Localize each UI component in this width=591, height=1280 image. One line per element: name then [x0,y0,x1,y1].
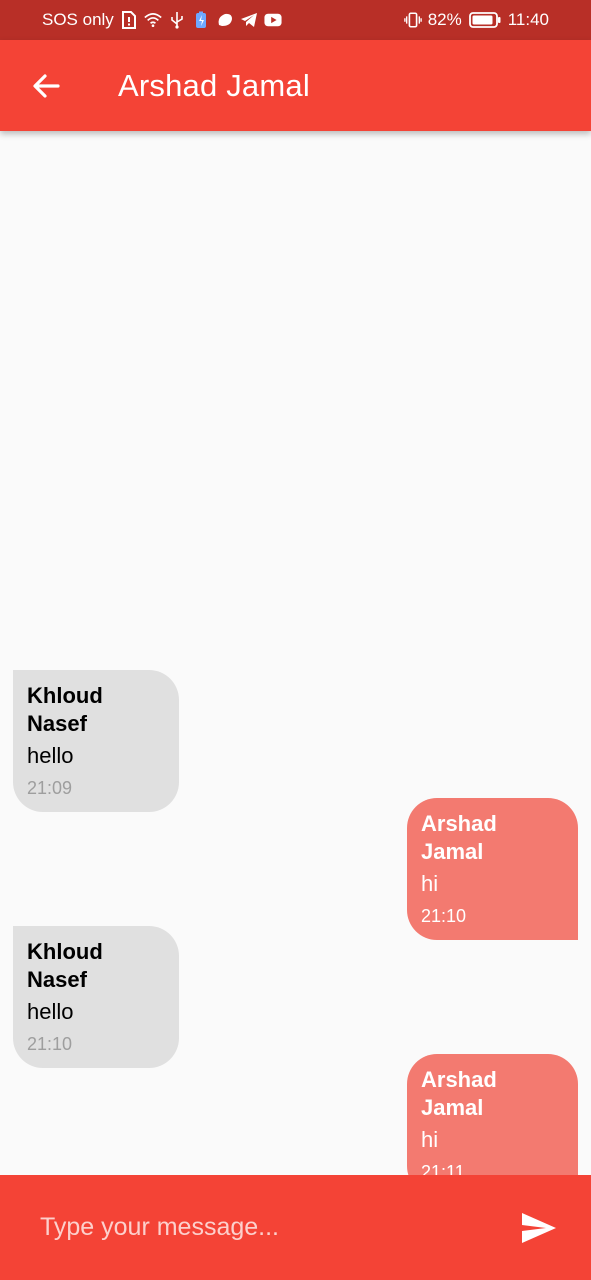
message-time: 21:10 [421,906,467,926]
message-text: hi [421,871,439,896]
message-bubble-incoming: Khloud Nasef hello 21:10 [13,926,179,1068]
message-bubble-outgoing: Arshad Jamal hi 21:10 [407,798,578,940]
message-list[interactable]: Khloud Nasef hello 21:09 Arshad Jamal hi… [0,131,591,1196]
battery-percent: 82% [427,10,462,29]
app-notification-icon [216,11,234,29]
message-text: hi [421,1127,439,1152]
battery-icon [468,11,502,29]
usb-icon [168,11,186,29]
youtube-icon [264,11,282,29]
composer-bar [0,1175,591,1280]
battery-saver-icon [192,11,210,29]
clock: 11:40 [507,10,549,29]
message-sender: Arshad Jamal [421,811,497,864]
arrow-left-icon [33,73,60,98]
status-bar: SOS only 82% 11:40 [0,0,591,40]
wifi-icon [144,11,162,29]
vibrate-icon [403,11,422,29]
page-title: Arshad Jamal [118,67,310,103]
status-bar-left: SOS only [42,10,282,30]
sim-icon [120,11,138,29]
message-time: 21:09 [27,778,73,798]
app-bar: Arshad Jamal [0,40,591,131]
message-text: hello [27,999,74,1024]
message-text: hello [27,743,74,768]
telegram-icon [240,11,258,29]
back-button[interactable] [16,56,76,116]
message-input[interactable] [40,1213,511,1242]
message-sender: Khloud Nasef [27,683,103,736]
message-sender: Khloud Nasef [27,939,103,992]
message-sender: Arshad Jamal [421,1067,497,1120]
message-time: 21:10 [27,1034,73,1054]
carrier-text: SOS only [42,10,114,29]
message-bubble-incoming: Khloud Nasef hello 21:09 [13,670,179,812]
send-icon [522,1212,556,1243]
send-button[interactable] [511,1200,567,1256]
status-bar-right: 82% 11:40 [403,10,549,30]
